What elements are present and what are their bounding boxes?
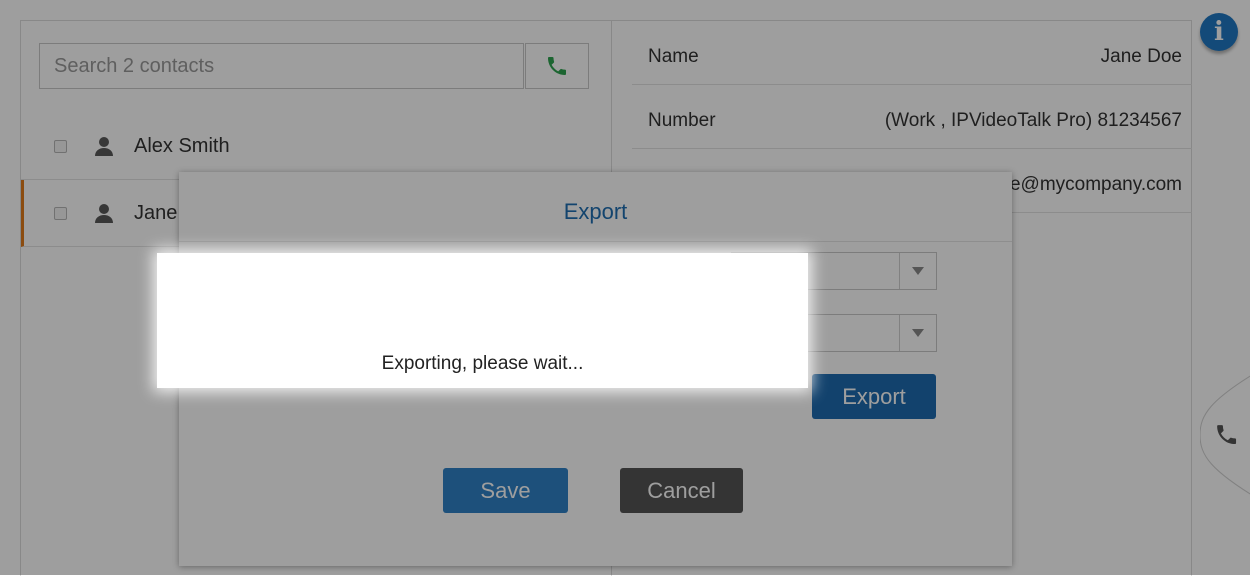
progress-message: Exporting, please wait...: [381, 353, 584, 374]
export-progress-box: Exporting, please wait...: [157, 253, 808, 388]
